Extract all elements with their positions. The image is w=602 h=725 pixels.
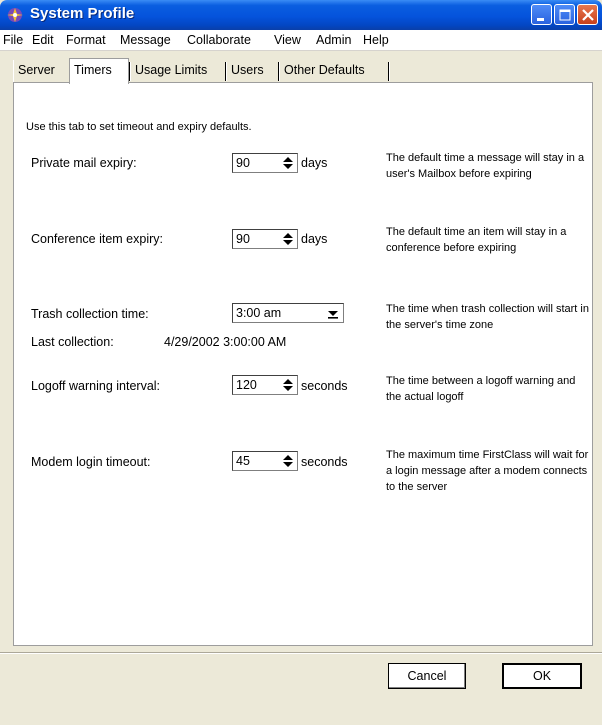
maximize-button[interactable] [554, 4, 575, 25]
ok-button[interactable]: OK [502, 663, 582, 689]
modem-login-timeout-description: The maximum time FirstClass will wait fo… [386, 449, 589, 493]
conference-item-expiry-unit: days [301, 232, 328, 246]
maximize-icon [559, 9, 571, 21]
menu-bar: File Edit Format Message Collaborate Vie… [0, 30, 602, 51]
last-collection-label: Last collection: [31, 335, 114, 349]
conference-item-expiry-label: Conference item expiry: [31, 232, 164, 246]
system-profile-window: System Profile File Edit Format Message … [0, 0, 602, 725]
modem-login-timeout-stepper[interactable]: 45 [232, 451, 298, 471]
conference-item-expiry-value: 90 [236, 232, 250, 246]
logoff-warning-interval-unit: seconds [301, 379, 348, 393]
firstclass-app-icon[interactable] [6, 6, 24, 24]
menu-help[interactable]: Help [363, 33, 389, 47]
menu-edit[interactable]: Edit [32, 33, 54, 47]
menu-message[interactable]: Message [120, 33, 171, 47]
tab-timers[interactable]: Timers [69, 58, 129, 84]
tab-separator [388, 62, 390, 81]
minimize-button[interactable] [531, 4, 552, 25]
close-icon [582, 9, 594, 21]
last-collection-value: 4/29/2002 3:00:00 AM [164, 335, 287, 349]
bottom-divider [0, 652, 602, 654]
logoff-warning-description: The time between a logoff warning and th… [386, 375, 576, 403]
private-mail-expiry-unit: days [301, 156, 328, 170]
up-down-arrows-icon[interactable] [281, 378, 295, 392]
logoff-warning-interval-label: Logoff warning interval: [31, 379, 161, 393]
trash-collection-description: The time when trash collection will star… [386, 303, 589, 331]
logoff-warning-interval-stepper[interactable]: 120 [232, 375, 298, 395]
menu-view[interactable]: View [274, 33, 301, 47]
modem-login-timeout-label: Modem login timeout: [31, 455, 151, 469]
conference-item-expiry-description: The default time an item will stay in a … [386, 226, 567, 254]
up-down-arrows-icon[interactable] [281, 156, 295, 170]
chevron-down-icon[interactable] [325, 306, 341, 320]
conference-item-expiry-stepper[interactable]: 90 [232, 229, 298, 249]
tab-server[interactable]: Server [13, 60, 71, 82]
tab-other-defaults[interactable]: Other Defaults [280, 60, 388, 82]
tab-users[interactable]: Users [227, 60, 278, 82]
private-mail-expiry-label: Private mail expiry: [31, 156, 137, 170]
trash-collection-time-value: 3:00 am [236, 306, 282, 320]
up-down-arrows-icon[interactable] [281, 454, 295, 468]
close-button[interactable] [577, 4, 598, 25]
modem-login-timeout-value: 45 [236, 454, 250, 468]
tab-usage-limits[interactable]: Usage Limits [131, 60, 225, 82]
trash-collection-time-select[interactable]: 3:00 am [232, 303, 344, 323]
trash-collection-time-label: Trash collection time: [31, 307, 149, 321]
minimize-icon [537, 18, 544, 21]
menu-format[interactable]: Format [66, 33, 106, 47]
private-mail-expiry-value: 90 [236, 156, 250, 170]
up-down-arrows-icon[interactable] [281, 232, 295, 246]
private-mail-expiry-description: The default time a message will stay in … [386, 152, 585, 180]
title-bar[interactable]: System Profile [0, 0, 602, 30]
cancel-button[interactable]: Cancel [388, 663, 466, 689]
timers-panel: Use this tab to set timeout and expiry d… [13, 82, 593, 646]
modem-login-timeout-unit: seconds [301, 455, 348, 469]
intro-text: Use this tab to set timeout and expiry d… [26, 121, 252, 133]
private-mail-expiry-stepper[interactable]: 90 [232, 153, 298, 173]
window-title: System Profile [30, 5, 135, 22]
menu-file[interactable]: File [3, 33, 23, 47]
logoff-warning-interval-value: 120 [236, 378, 257, 392]
menu-collaborate[interactable]: Collaborate [187, 33, 251, 47]
menu-admin[interactable]: Admin [316, 33, 351, 47]
